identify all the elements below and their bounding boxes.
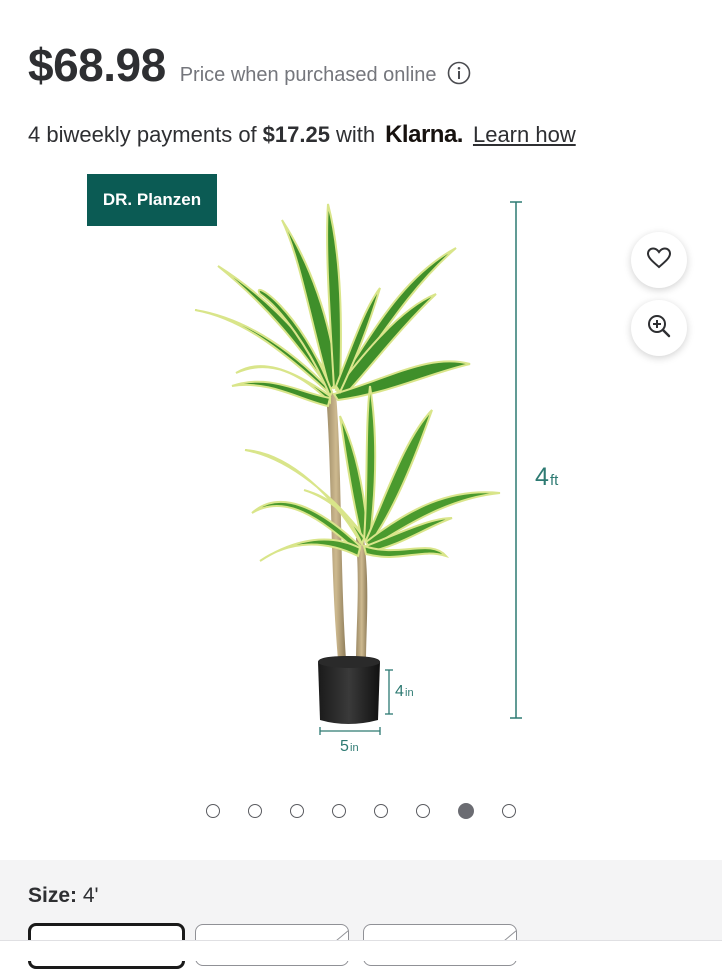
carousel-dot[interactable] xyxy=(416,804,430,818)
height-dimension-value: 4 xyxy=(535,463,549,491)
price-row: $68.98 Price when purchased online xyxy=(28,38,470,92)
carousel-dot[interactable] xyxy=(248,804,262,818)
size-selected-value: 4' xyxy=(82,884,99,907)
size-label-title: Size: xyxy=(28,884,78,907)
plant-illustration: 4 ft 4 in 5 in xyxy=(194,201,559,755)
info-circle-icon[interactable] xyxy=(447,61,470,85)
zoom-in-icon xyxy=(646,313,672,344)
price-amount: $68.98 xyxy=(28,39,166,91)
bottom-bar xyxy=(0,940,722,961)
carousel-dot[interactable] xyxy=(206,804,220,818)
carousel-dot-active[interactable] xyxy=(458,803,474,819)
pot-width-value: 5 xyxy=(340,738,349,755)
brand-badge-text: DR. Planzen xyxy=(102,190,202,209)
pot-width-unit: in xyxy=(350,742,359,754)
carousel-dot[interactable] xyxy=(290,804,304,818)
klarna-logo: Klarna. xyxy=(385,121,463,148)
product-image[interactable]: 4 ft 4 in 5 in DR. Planzen xyxy=(0,168,722,788)
carousel-dot[interactable] xyxy=(374,804,388,818)
zoom-button[interactable] xyxy=(631,300,687,356)
brand-badge: DR. Planzen xyxy=(87,174,217,226)
height-dimension-unit: ft xyxy=(550,472,559,489)
size-label: Size: 4' xyxy=(28,884,99,908)
pot-height-unit: in xyxy=(405,687,414,699)
carousel-indicators xyxy=(0,803,722,819)
favorite-button[interactable] xyxy=(631,232,687,288)
heart-icon xyxy=(646,246,672,275)
klarna-with: with xyxy=(335,122,376,147)
klarna-amount: $17.25 xyxy=(262,122,330,147)
carousel-dot[interactable] xyxy=(332,804,346,818)
pot-height-value: 4 xyxy=(395,683,404,700)
klarna-row: 4 biweekly payments of $17.25 with Klarn… xyxy=(28,121,576,149)
carousel-dot[interactable] xyxy=(502,804,516,818)
price-note: Price when purchased online xyxy=(179,64,437,86)
learn-how-link[interactable]: Learn how xyxy=(473,122,576,148)
klarna-prefix: 4 biweekly payments of xyxy=(28,122,257,147)
